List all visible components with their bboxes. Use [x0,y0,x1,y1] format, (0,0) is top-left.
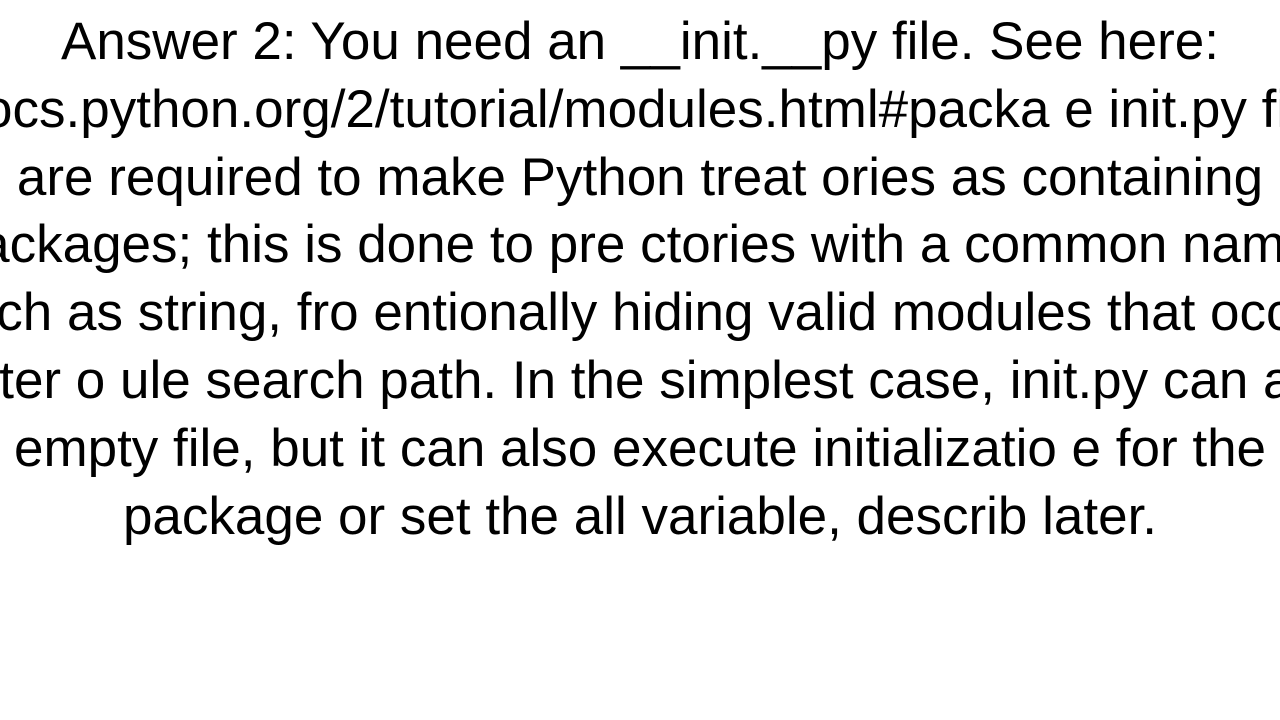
answer-text-body: Answer 2: You need an __init.__py file. … [0,8,1280,551]
